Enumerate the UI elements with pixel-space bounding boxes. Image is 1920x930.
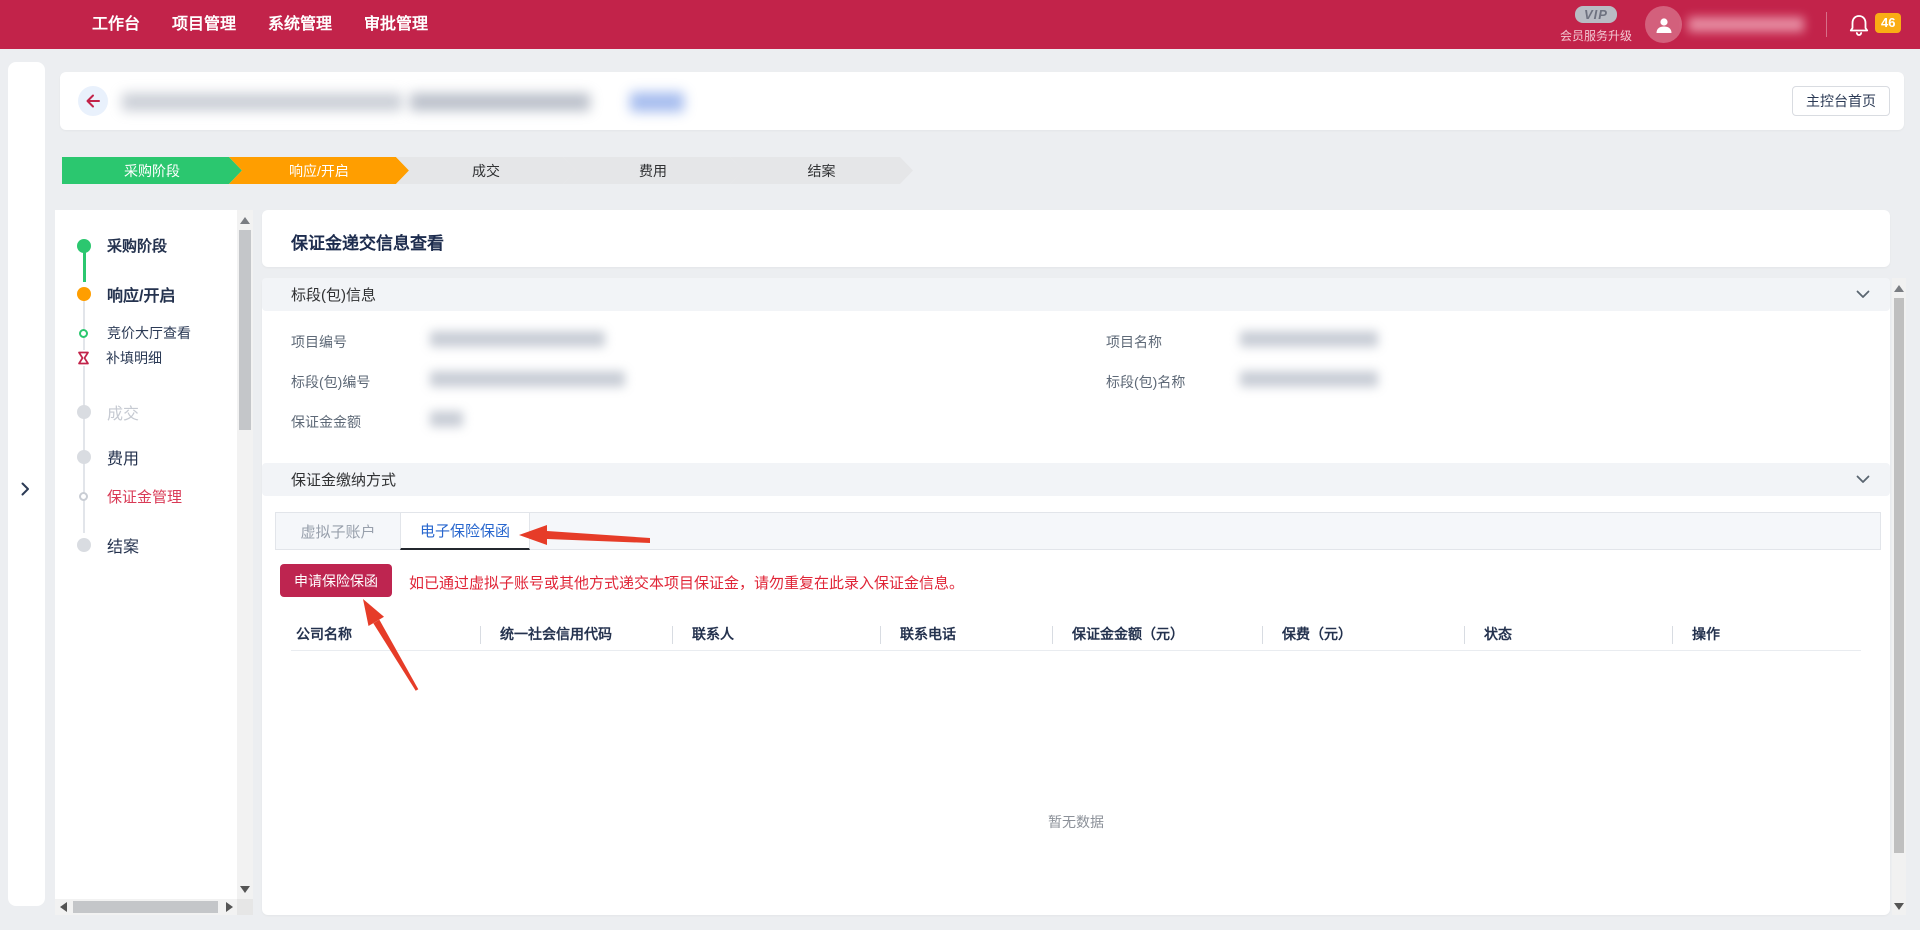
notification-count-badge[interactable]: 46 xyxy=(1875,13,1901,33)
scroll-up-arrow-icon[interactable] xyxy=(240,217,250,224)
field-value-package-name-redacted xyxy=(1240,371,1378,387)
col-contact-phone: 联系电话 xyxy=(880,618,1052,650)
project-title-redacted-2 xyxy=(410,93,590,111)
col-status: 状态 xyxy=(1464,618,1672,650)
sidebar-item-label: 保证金管理 xyxy=(107,486,182,507)
col-deposit-amount: 保证金金额（元） xyxy=(1052,618,1262,650)
section-header-payment-method[interactable]: 保证金缴纳方式 xyxy=(262,463,1890,496)
col-company-name: 公司名称 xyxy=(291,618,480,650)
content-scrollbar-thumb[interactable] xyxy=(1894,298,1904,853)
col-credit-code: 统一社会信用代码 xyxy=(480,618,672,650)
status-chip-redacted xyxy=(630,92,684,112)
field-value-package-no-redacted xyxy=(430,371,625,387)
sidebar-item-bidding-hall[interactable]: 竞价大厅查看 xyxy=(79,323,191,343)
sidebar-item-label: 补填明细 xyxy=(106,348,162,368)
vip-upgrade[interactable]: VIP 会员服务升级 xyxy=(1556,6,1636,44)
hourglass-icon xyxy=(76,350,91,366)
field-label-project-no: 项目编号 xyxy=(291,332,347,352)
vip-icon: VIP xyxy=(1575,6,1617,23)
section-header-package-info[interactable]: 标段(包)信息 xyxy=(262,278,1890,311)
done-dot-icon xyxy=(77,239,91,253)
sidebar-item-label: 结案 xyxy=(107,533,139,557)
field-value-project-name-redacted xyxy=(1240,331,1378,347)
field-label-package-no: 标段(包)编号 xyxy=(291,372,370,392)
expand-panel-chevron-icon[interactable] xyxy=(21,482,30,496)
notification-bell-icon[interactable] xyxy=(1848,13,1870,37)
section-title: 保证金缴纳方式 xyxy=(291,469,396,490)
sidebar-item-procurement-phase[interactable]: 采购阶段 xyxy=(77,235,167,256)
scroll-down-arrow-icon[interactable] xyxy=(1894,903,1904,910)
step-deal[interactable]: 成交 xyxy=(396,157,576,184)
tab-electronic-insurance-guarantee[interactable]: 电子保险保函 xyxy=(400,512,530,550)
sidebar-item-label: 成交 xyxy=(107,400,139,424)
pending-dot-icon xyxy=(77,450,91,464)
table-empty-state: 暂无数据 xyxy=(262,812,1890,832)
menu-item-project-management[interactable]: 项目管理 xyxy=(172,0,236,49)
vip-caption: 会员服务升级 xyxy=(1556,27,1636,44)
sidebar-item-label: 竞价大厅查看 xyxy=(107,323,191,343)
sidebar-item-fees[interactable]: 费用 xyxy=(77,445,139,469)
menu-item-system-management[interactable]: 系统管理 xyxy=(268,0,332,49)
scroll-right-arrow-icon[interactable] xyxy=(226,902,233,912)
collapse-chevron-icon[interactable] xyxy=(1856,475,1870,484)
sidebar-hscrollbar-thumb[interactable] xyxy=(73,901,218,913)
tab-virtual-subaccount[interactable]: 虚拟子账户 xyxy=(276,512,400,550)
menu-item-workbench[interactable]: 工作台 xyxy=(92,0,140,49)
user-avatar[interactable] xyxy=(1645,6,1682,43)
scrollbar-corner xyxy=(237,899,253,915)
sidebar-item-response-open[interactable]: 响应/开启 xyxy=(77,282,175,306)
field-value-deposit-amount-redacted xyxy=(430,411,463,427)
pending-dot-icon xyxy=(77,405,91,419)
step-fees[interactable]: 费用 xyxy=(563,157,743,184)
phase-sidebar: 采购阶段 响应/开启 竞价大厅查看 补填明细 成交 费用 保证金管理 结案 xyxy=(55,210,253,915)
field-label-project-name: 项目名称 xyxy=(1106,332,1162,352)
field-label-package-name: 标段(包)名称 xyxy=(1106,372,1185,392)
sub-step-ring-icon xyxy=(79,492,88,501)
guarantee-table-header: 公司名称 统一社会信用代码 联系人 联系电话 保证金金额（元） 保费（元） 状态… xyxy=(291,618,1861,651)
back-button[interactable] xyxy=(78,86,108,116)
col-contact-person: 联系人 xyxy=(672,618,880,650)
col-premium: 保费（元） xyxy=(1262,618,1464,650)
col-actions: 操作 xyxy=(1672,618,1861,650)
sub-step-ring-icon xyxy=(79,329,88,338)
step-closing[interactable]: 结案 xyxy=(730,157,913,184)
console-home-button[interactable]: 主控台首页 xyxy=(1792,86,1890,116)
content-title-card xyxy=(262,210,1890,267)
username-redacted xyxy=(1688,17,1804,32)
step-response-open[interactable]: 响应/开启 xyxy=(229,157,409,184)
menu-item-approval-management[interactable]: 审批管理 xyxy=(364,0,428,49)
field-value-project-no-redacted xyxy=(430,331,605,347)
sidebar-item-label: 采购阶段 xyxy=(107,235,167,256)
step-procurement-phase[interactable]: 采购阶段 xyxy=(62,157,242,184)
arrow-left-icon xyxy=(85,94,101,108)
sidebar-item-label: 费用 xyxy=(107,445,139,469)
scroll-down-arrow-icon[interactable] xyxy=(240,886,250,893)
sidebar-scrollbar-thumb[interactable] xyxy=(239,230,251,430)
section-title: 标段(包)信息 xyxy=(291,284,376,305)
project-title-redacted xyxy=(122,93,402,111)
scroll-up-arrow-icon[interactable] xyxy=(1894,285,1904,292)
field-label-deposit-amount: 保证金金额 xyxy=(291,412,361,432)
collapse-chevron-icon[interactable] xyxy=(1856,290,1870,299)
apply-insurance-guarantee-button[interactable]: 申请保险保函 xyxy=(280,564,392,597)
sidebar-item-label: 响应/开启 xyxy=(107,282,175,306)
page-title: 保证金递交信息查看 xyxy=(291,229,444,254)
sidebar-item-deal: 成交 xyxy=(77,400,139,424)
pending-dot-icon xyxy=(77,538,91,552)
sidebar-item-fill-details[interactable]: 补填明细 xyxy=(76,348,162,368)
duplicate-deposit-warning: 如已通过虚拟子账号或其他方式递交本项目保证金，请勿重复在此录入保证金信息。 xyxy=(409,572,964,593)
nav-divider xyxy=(1826,12,1827,37)
main-menu: 工作台 项目管理 系统管理 审批管理 xyxy=(92,0,428,49)
sidebar-item-closing[interactable]: 结案 xyxy=(77,533,139,557)
person-icon xyxy=(1654,15,1674,35)
active-dot-icon xyxy=(77,287,91,301)
scroll-left-arrow-icon[interactable] xyxy=(60,902,67,912)
sidebar-item-deposit-management[interactable]: 保证金管理 xyxy=(79,486,182,507)
